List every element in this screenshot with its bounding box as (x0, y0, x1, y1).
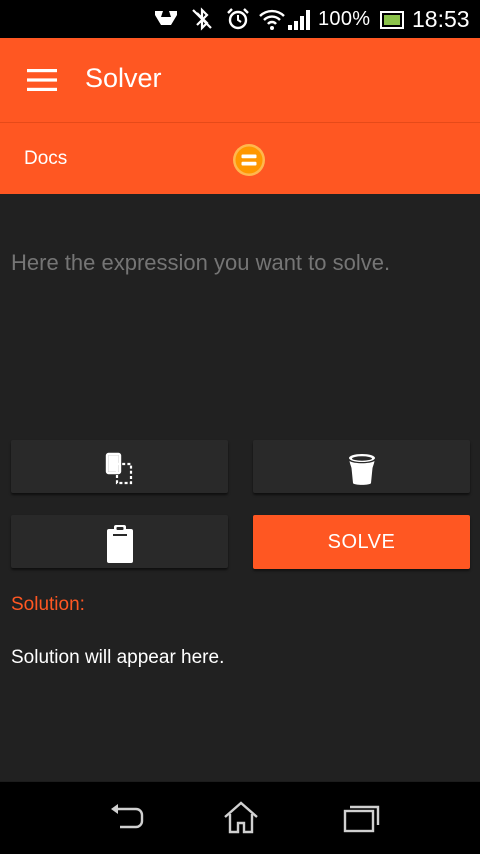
home-button[interactable] (210, 798, 270, 838)
nfc-icon (155, 11, 177, 25)
recents-icon (343, 805, 380, 833)
app-title: Solver (85, 63, 162, 93)
clock: 18:53 (412, 6, 470, 32)
screen: 100% 18:53 Solver Docs Here the expressi… (0, 0, 480, 854)
solve-button[interactable]: SOLVE (253, 515, 470, 569)
tab-solver[interactable] (214, 131, 284, 187)
tab-docs-label: Docs (24, 148, 68, 169)
home-icon (224, 801, 258, 834)
signal-icon (288, 10, 310, 30)
tab-bar: Docs (0, 122, 480, 194)
wifi-icon (259, 9, 285, 30)
copy-button[interactable] (11, 440, 228, 493)
recents-button[interactable] (330, 798, 390, 838)
tab-docs[interactable]: Docs (0, 123, 120, 194)
delete-button[interactable] (253, 440, 470, 493)
back-icon (111, 804, 144, 829)
clipboard-icon (107, 525, 133, 563)
solution-label: Solution: (11, 594, 85, 615)
alarm-icon (227, 8, 249, 30)
status-bar: 100% 18:53 (0, 0, 480, 38)
paste-button[interactable] (11, 515, 228, 568)
navigation-bar (0, 781, 480, 854)
app-bar: Solver (0, 38, 480, 122)
expression-input[interactable] (11, 250, 471, 276)
bluetooth-off-icon (192, 7, 212, 31)
back-button[interactable] (96, 798, 156, 838)
battery-icon (380, 11, 404, 29)
equals-icon (233, 144, 265, 176)
trash-icon (349, 454, 375, 485)
solution-text: Solution will appear here. (11, 647, 225, 668)
hamburger-menu-icon[interactable] (27, 69, 57, 91)
battery-percent: 100% (318, 8, 371, 30)
copy-icon (105, 452, 133, 485)
